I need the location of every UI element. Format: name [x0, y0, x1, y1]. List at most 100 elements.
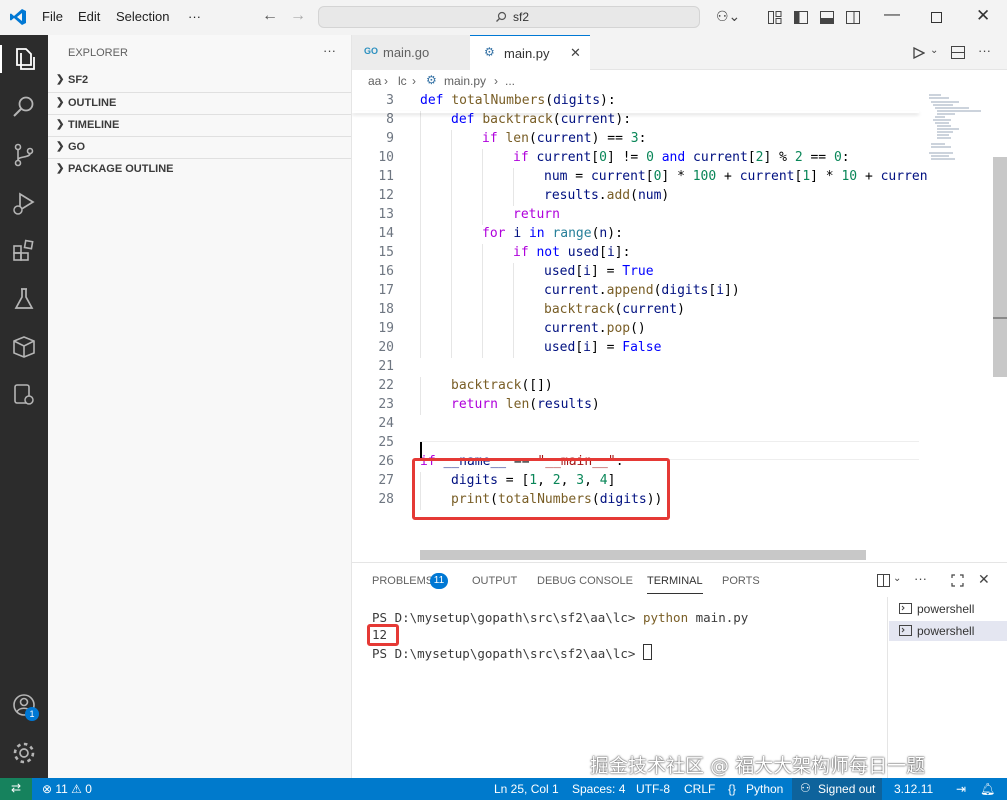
- terminal-list-item-active[interactable]: powershell: [889, 621, 1007, 641]
- menu-more[interactable]: ···: [188, 9, 201, 24]
- menu-file[interactable]: File: [42, 9, 63, 24]
- extensions-icon[interactable]: [10, 237, 38, 265]
- split-terminal-icon[interactable]: [877, 574, 890, 587]
- horizontal-scrollbar-thumb[interactable]: [420, 550, 866, 560]
- code-token: def: [451, 112, 483, 127]
- customize-layout-icon[interactable]: [768, 11, 782, 24]
- code-token: ] %: [763, 150, 795, 165]
- end-of-line[interactable]: CRLF: [684, 782, 715, 796]
- breadcrumb-lc[interactable]: lc: [398, 74, 407, 88]
- split-editor-icon[interactable]: [951, 46, 965, 59]
- minimap[interactable]: [919, 92, 991, 222]
- python-version[interactable]: 3.12.11: [894, 782, 933, 796]
- indent-guide: [420, 225, 421, 244]
- encoding[interactable]: UTF-8: [636, 782, 670, 796]
- code-token: [: [645, 169, 654, 184]
- indent-guide: [420, 244, 421, 263]
- close-panel-icon[interactable]: ✕: [978, 571, 990, 588]
- code-editor[interactable]: 3 def totalNumbers(digits): 8 def backtrack…: [352, 92, 1007, 562]
- code-token: [: [575, 264, 584, 279]
- forward-arrow-icon[interactable]: →: [290, 7, 306, 25]
- indent-guide: [420, 301, 421, 320]
- vertical-scrollbar-thumb[interactable]: [993, 157, 1007, 377]
- indent-guide: [451, 263, 452, 282]
- menu-edit[interactable]: Edit: [78, 9, 100, 24]
- code-token: i: [583, 340, 591, 355]
- search-view-icon[interactable]: [10, 93, 38, 121]
- code-token: ] =: [590, 264, 623, 279]
- copilot-icon[interactable]: ⚇⌄: [716, 8, 740, 25]
- remote-explorer-icon[interactable]: [10, 333, 38, 361]
- line-number: 25: [378, 435, 394, 450]
- run-debug-icon[interactable]: [10, 189, 38, 217]
- code-token: return: [513, 207, 560, 222]
- code-line: used[i] = True: [544, 264, 654, 279]
- back-arrow-icon[interactable]: ←: [262, 7, 278, 25]
- menu-selection[interactable]: Selection: [116, 9, 169, 24]
- breadcrumb-file[interactable]: main.py: [444, 74, 486, 88]
- indent-guide: [513, 282, 514, 301]
- chevron-right-icon: ❯: [56, 163, 65, 174]
- indentation[interactable]: Spaces: 4: [572, 782, 625, 796]
- code-token: i: [606, 245, 615, 260]
- indent-guide: [482, 149, 483, 168]
- section-outline[interactable]: ❯ OUTLINE: [48, 92, 351, 113]
- toggle-panel-icon[interactable]: [820, 11, 834, 24]
- terminal-list-item[interactable]: powershell: [889, 599, 1007, 619]
- explorer-icon[interactable]: [10, 45, 38, 73]
- panel-tab-output[interactable]: OUTPUT: [472, 575, 517, 587]
- testing-icon[interactable]: [10, 285, 38, 313]
- minimize-icon[interactable]: —: [884, 6, 900, 24]
- tab-main-py[interactable]: ⚙ main.py ✕: [470, 35, 590, 70]
- breadcrumb-symbol[interactable]: ...: [505, 74, 515, 88]
- code-line: def totalNumbers(digits):: [420, 93, 616, 108]
- code-token: current: [739, 169, 795, 184]
- line-number: 10: [378, 150, 394, 165]
- section-sf2[interactable]: ❯ SF2: [48, 70, 351, 91]
- code-token: False: [622, 340, 662, 355]
- maximize-panel-icon[interactable]: [951, 574, 964, 587]
- panel-tab-ports[interactable]: PORTS: [722, 575, 760, 587]
- panel-tab-problems[interactable]: PROBLEMS: [372, 575, 433, 587]
- code-token: backtrack: [544, 302, 615, 317]
- close-tab-icon[interactable]: ✕: [570, 45, 581, 61]
- close-window-icon[interactable]: ✕: [976, 6, 990, 26]
- command-center-search[interactable]: sf2: [318, 6, 700, 28]
- source-control-icon[interactable]: [10, 141, 38, 169]
- sidebar-more-actions[interactable]: ···: [323, 43, 336, 58]
- breadcrumb-aa[interactable]: aa: [368, 74, 381, 88]
- remote-indicator[interactable]: ⇄: [0, 778, 32, 800]
- signed-out-indicator[interactable]: ⚇ Signed out: [792, 778, 882, 800]
- language-mode[interactable]: Python: [746, 782, 783, 796]
- indent-guide: [451, 149, 452, 168]
- section-timeline[interactable]: ❯ TIMELINE: [48, 114, 351, 135]
- problems-status[interactable]: ⊗ 11 ⚠ 0: [42, 782, 92, 796]
- panel-more-actions[interactable]: ···: [914, 571, 927, 586]
- indent-guide: [420, 320, 421, 339]
- panel-tab-terminal[interactable]: TERMINAL: [647, 575, 703, 594]
- line-number: 26: [378, 454, 394, 469]
- remote-settings-icon[interactable]: [10, 381, 38, 409]
- panel-tab-debug-console[interactable]: DEBUG CONSOLE: [537, 575, 633, 587]
- settings-gear-icon[interactable]: [10, 739, 38, 767]
- run-dropdown-icon[interactable]: ⌄: [930, 45, 938, 56]
- editor-more-actions[interactable]: ···: [978, 43, 991, 58]
- section-package-outline[interactable]: ❯ PACKAGE OUTLINE: [48, 158, 351, 179]
- text-cursor: [420, 442, 422, 459]
- tab-main-go[interactable]: GO main.go: [352, 35, 470, 70]
- notifications-bell-icon[interactable]: 🔔︎: [980, 782, 995, 796]
- terminal-dropdown-icon[interactable]: ⌄: [893, 573, 901, 584]
- code-token: (: [528, 131, 537, 146]
- run-file-icon[interactable]: [913, 47, 925, 59]
- toggle-sidebar-icon[interactable]: [794, 11, 808, 24]
- code-token: (: [630, 188, 638, 203]
- toggle-secondary-sidebar-icon[interactable]: [846, 11, 860, 24]
- code-token: +: [857, 169, 881, 184]
- indent-icon: ⇥: [956, 782, 967, 796]
- scrollbar-position-marker: [993, 317, 1007, 319]
- section-go[interactable]: ❯ GO: [48, 136, 351, 157]
- cursor-position[interactable]: Ln 25, Col 1: [494, 782, 559, 796]
- line-number: 27: [378, 473, 394, 488]
- maximize-icon[interactable]: [931, 12, 942, 23]
- indent-guide: [451, 301, 452, 320]
